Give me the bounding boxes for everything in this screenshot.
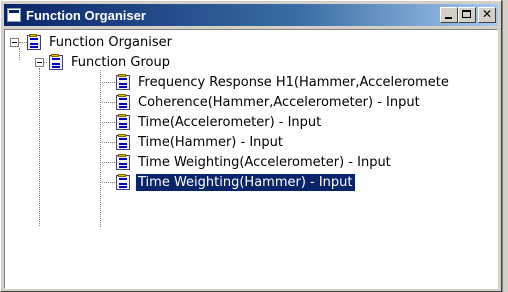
- tree-node-label: Time(Hammer) - Input: [138, 134, 283, 150]
- close-button[interactable]: ✕: [478, 7, 496, 23]
- collapse-minus-icon[interactable]: [35, 58, 44, 67]
- title-bar[interactable]: Function Organiser ✕: [4, 4, 498, 26]
- function-document-icon: [114, 93, 132, 111]
- function-document-icon: [47, 53, 65, 71]
- window-icon[interactable]: [7, 8, 21, 22]
- tree-connector: [100, 70, 102, 227]
- tree-node-item-selected[interactable]: Time Weighting(Hammer) - Input: [114, 172, 356, 192]
- tree-node-item[interactable]: Time(Accelerometer) - Input: [114, 112, 323, 132]
- tree-node-label: Time Weighting(Accelerometer) - Input: [138, 154, 391, 170]
- maximize-button[interactable]: [458, 7, 476, 23]
- function-document-icon: [114, 133, 132, 151]
- function-organiser-window: Function Organiser ✕ Function Organiser: [0, 0, 502, 292]
- function-document-icon: [114, 153, 132, 171]
- function-document-icon: [114, 73, 132, 91]
- minimize-icon: [445, 17, 452, 19]
- tree-node-label: Function Organiser: [49, 34, 172, 50]
- tree-node-label: Function Group: [71, 54, 171, 70]
- tree-node-label: Time Weighting(Hammer) - Input: [135, 172, 356, 192]
- tree-connector: [100, 182, 115, 184]
- tree-connector: [100, 102, 115, 104]
- tree-connector: [100, 142, 115, 144]
- maximize-icon: [462, 10, 471, 18]
- function-document-icon: [114, 113, 132, 131]
- minimize-button[interactable]: [440, 7, 458, 23]
- collapse-minus-icon[interactable]: [10, 38, 19, 47]
- function-document-icon: [25, 33, 43, 51]
- tree-node-root[interactable]: Function Organiser: [25, 32, 174, 52]
- adjacent-window-edge: [502, 0, 508, 292]
- window-title: Function Organiser: [26, 7, 146, 23]
- tree-connector: [39, 68, 41, 226]
- tree-connector: [100, 82, 115, 84]
- tree-node-label: Time(Accelerometer) - Input: [138, 114, 322, 130]
- tree-node-item[interactable]: Coherence(Hammer,Accelerometer) - Input: [114, 92, 422, 112]
- tree-connector: [19, 48, 21, 60]
- tree-node-label: Coherence(Hammer,Accelerometer) - Input: [138, 94, 420, 110]
- title-buttons: ✕: [440, 7, 496, 23]
- function-tree[interactable]: Function Organiser Function Group Freque…: [4, 29, 498, 289]
- function-document-icon: [114, 173, 132, 191]
- tree-node-item[interactable]: Time(Hammer) - Input: [114, 132, 285, 152]
- tree-node-label: Frequency Response H1(Hammer,Acceleromet…: [138, 74, 449, 90]
- tree-connector: [100, 122, 115, 124]
- tree-connector: [100, 162, 115, 164]
- close-icon: ✕: [481, 7, 493, 21]
- tree-node-item[interactable]: Frequency Response H1(Hammer,Acceleromet…: [114, 72, 451, 92]
- tree-node-item[interactable]: Time Weighting(Accelerometer) - Input: [114, 152, 393, 172]
- tree-node-function-group[interactable]: Function Group: [47, 52, 172, 72]
